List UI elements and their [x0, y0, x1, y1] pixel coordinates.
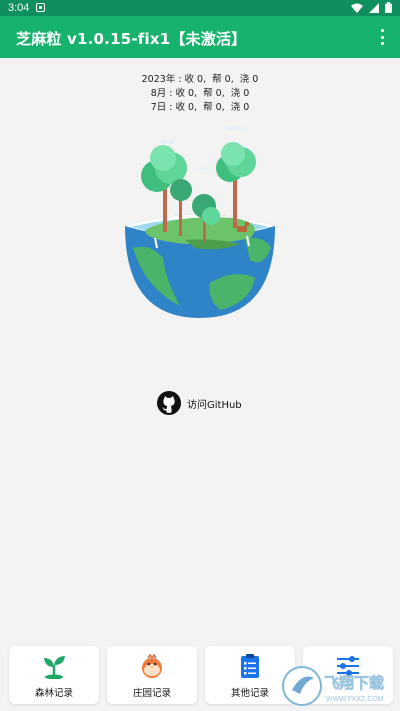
- status-bar: 3:04: [0, 0, 400, 16]
- manor-record-label: 庄园记录: [132, 688, 171, 699]
- stats-year: 2023年 : 收 0, 帮 0, 浇 0: [141, 74, 259, 85]
- status-icons: [351, 2, 392, 13]
- clipboard-icon: [241, 654, 259, 678]
- github-icon: [157, 391, 181, 415]
- forest-record-label: 森林记录: [34, 688, 73, 699]
- svg-text:飞翔下载: 飞翔下载: [324, 674, 384, 692]
- forest-globe-illustration: [125, 125, 275, 318]
- chick-icon: [142, 653, 162, 678]
- github-label: 访问GitHub: [187, 399, 242, 411]
- status-time: 3:04: [8, 2, 30, 14]
- fxxz-watermark-logo: 飞翔下载 WWW.FXXZ.COM: [282, 666, 384, 706]
- stats-summary: 2023年 : 收 0, 帮 0, 浇 0 8月 : 收 0, 帮 0, 浇 0…: [0, 73, 400, 115]
- app-bar: 芝麻粒 v1.0.15-fix1【未激活】: [0, 16, 400, 58]
- app-title: 芝麻粒 v1.0.15-fix1【未激活】: [16, 30, 247, 48]
- notification-icon: [36, 3, 45, 12]
- svg-text:WWW.FXXZ.COM: WWW.FXXZ.COM: [326, 696, 384, 703]
- signal-icon: [369, 2, 379, 13]
- sprout-icon: [44, 656, 65, 679]
- github-link[interactable]: 访问GitHub: [157, 391, 242, 415]
- wifi-icon: [351, 3, 363, 13]
- manor-record-button[interactable]: 庄园记录: [107, 646, 197, 704]
- stats-day: 7日 : 收 0, 帮 0, 浇 0: [150, 102, 250, 113]
- battery-icon: [385, 2, 392, 13]
- stats-month: 8月 : 收 0, 帮 0, 浇 0: [150, 88, 250, 99]
- more-vert-icon[interactable]: [378, 29, 386, 45]
- forest-record-button[interactable]: 森林记录: [9, 646, 99, 704]
